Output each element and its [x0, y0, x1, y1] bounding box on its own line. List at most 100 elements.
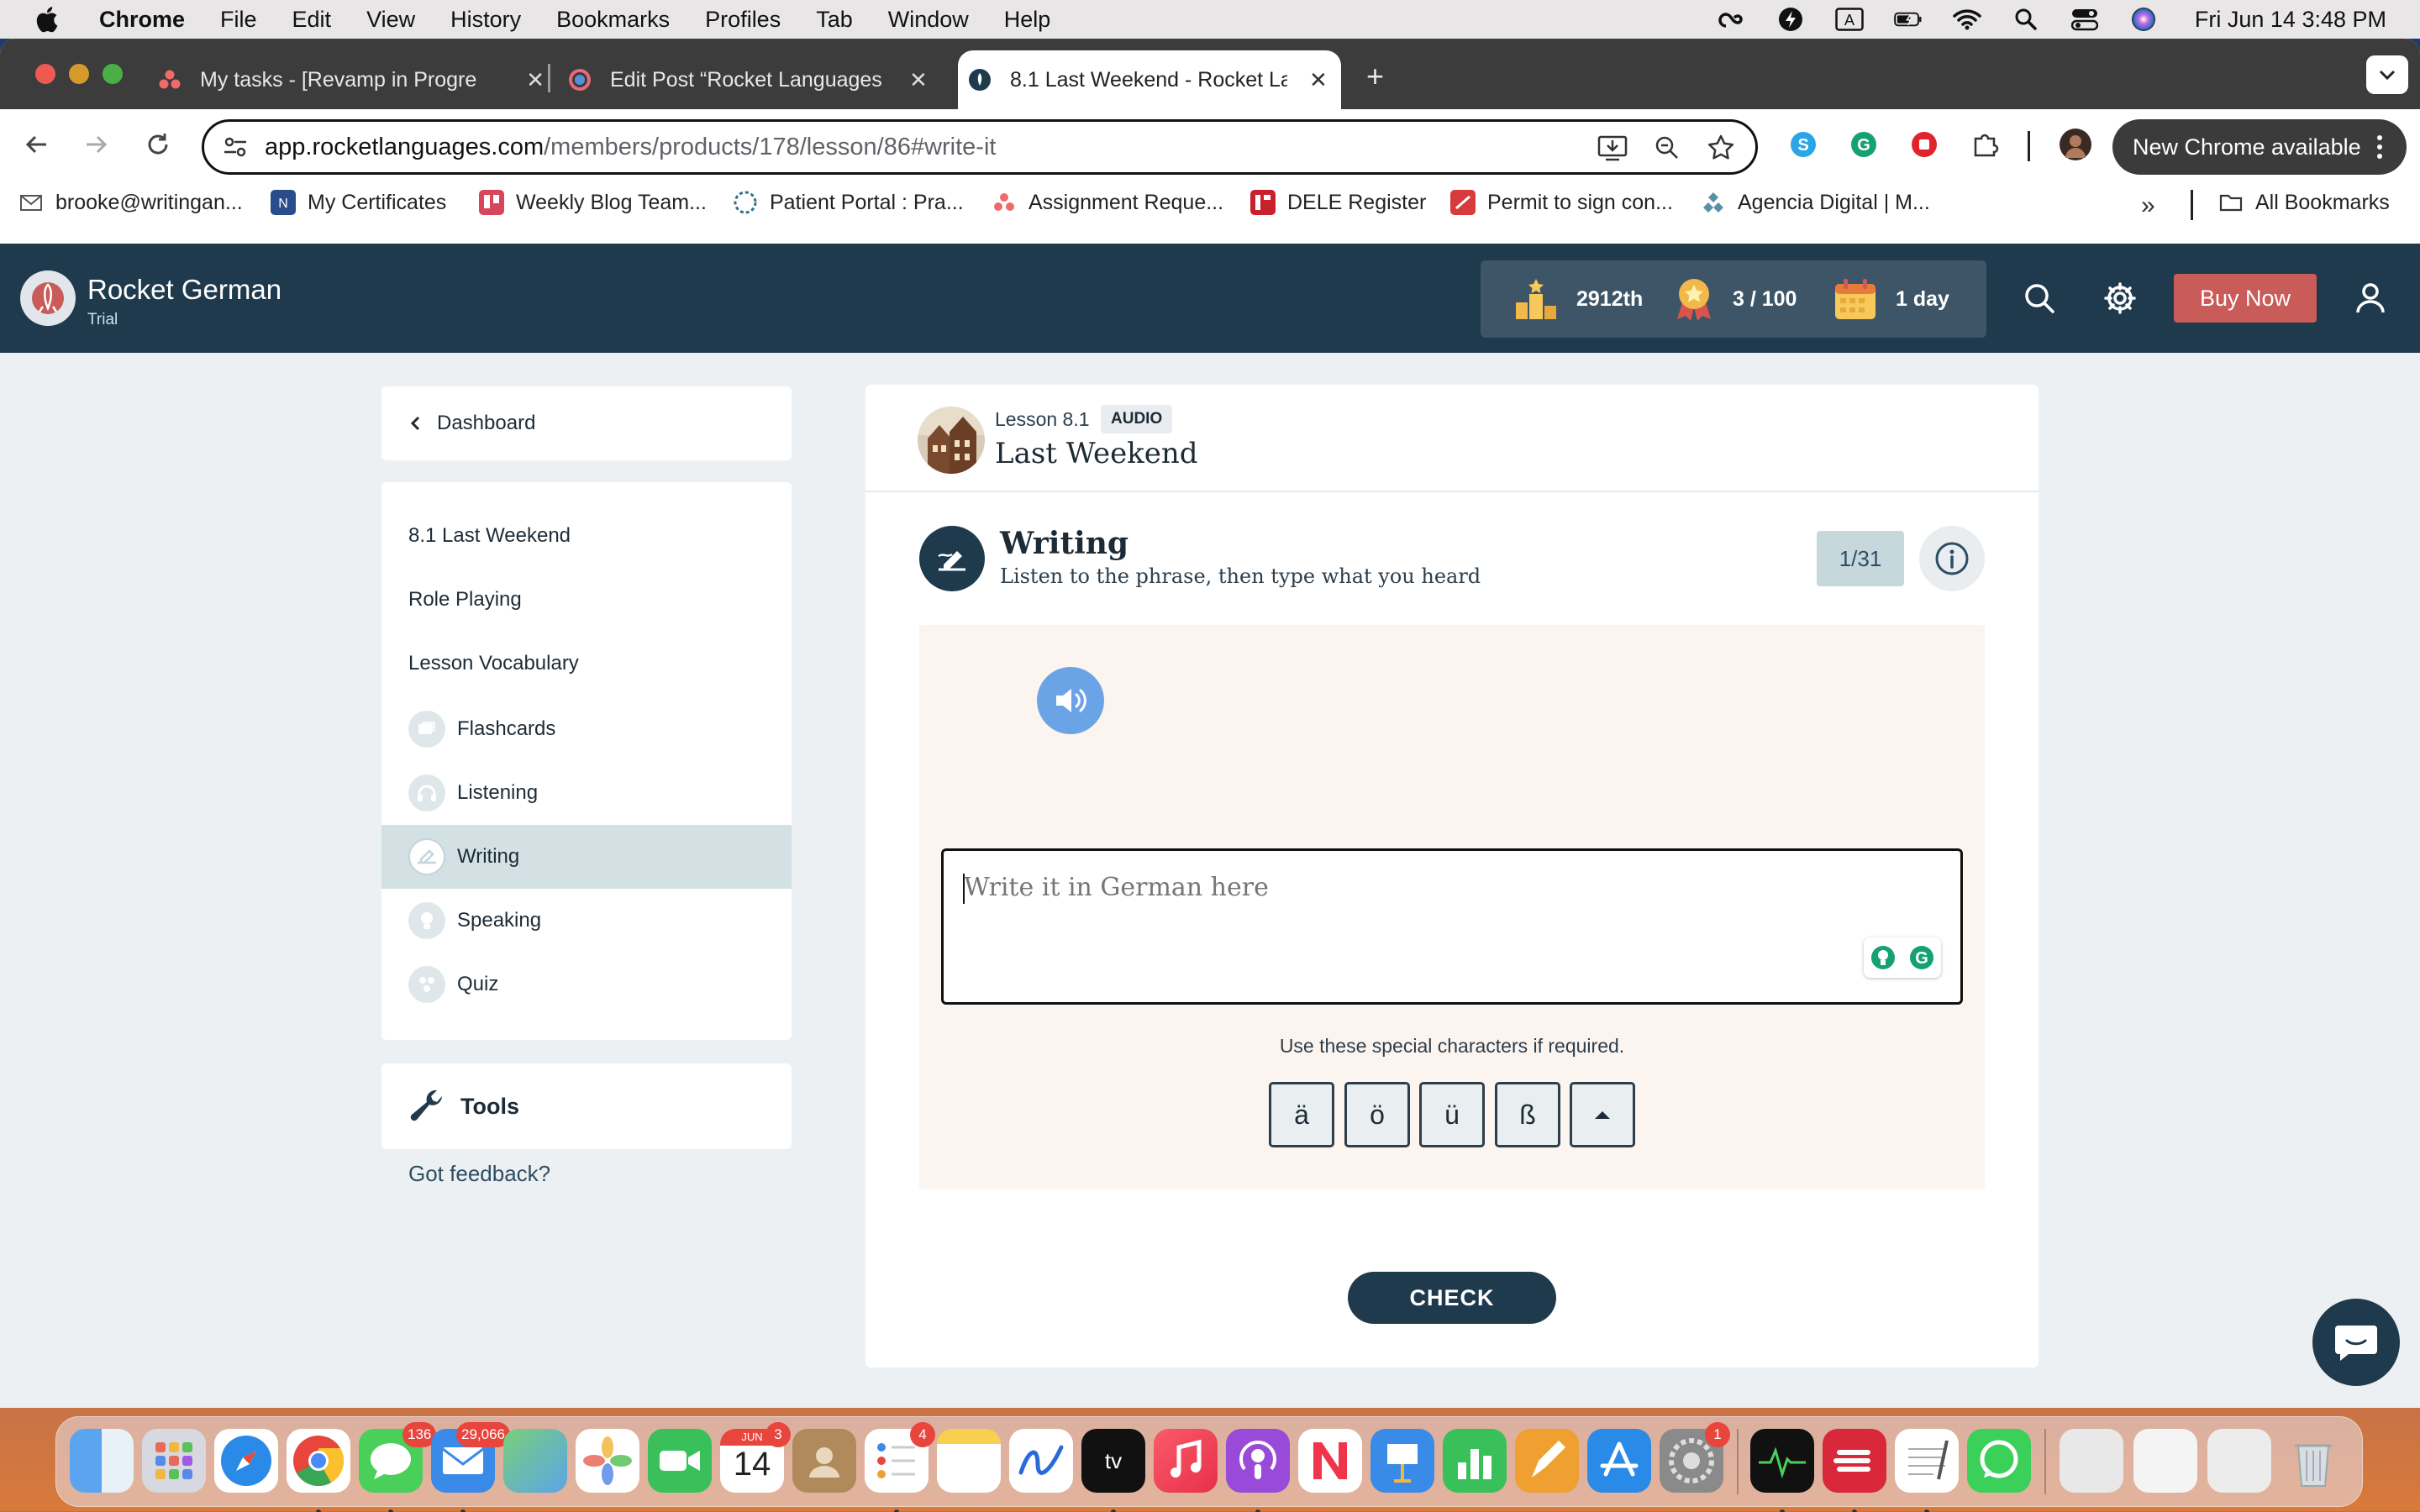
sidebar-item-lesson[interactable]: 8.1 Last Weekend: [381, 504, 792, 568]
apple-logo-icon[interactable]: [34, 5, 59, 34]
calendar-icon[interactable]: JUN 14 3: [720, 1422, 791, 1493]
bookmark-item[interactable]: Permit to sign con...: [1450, 190, 1673, 215]
grammarly-widget[interactable]: G: [1864, 937, 1941, 978]
search-button[interactable]: [2020, 279, 2059, 318]
numbers-icon[interactable]: [1443, 1429, 1507, 1493]
siri-icon[interactable]: [2129, 7, 2158, 32]
maps-icon[interactable]: [503, 1429, 567, 1493]
creative-cloud-icon[interactable]: [1718, 7, 1746, 32]
launchpad-icon[interactable]: [142, 1429, 206, 1493]
menubar-clock[interactable]: Fri Jun 14 3:48 PM: [2195, 7, 2386, 33]
brand-name[interactable]: Rocket German: [87, 274, 281, 306]
menu-bookmarks[interactable]: Bookmarks: [556, 7, 670, 33]
control-center-icon[interactable]: [2070, 7, 2099, 32]
battery-icon[interactable]: [1894, 7, 1923, 32]
input-source-icon[interactable]: A: [1835, 7, 1864, 32]
downloads-stack-icon[interactable]: [2060, 1429, 2123, 1493]
grammarly-extension-icon[interactable]: G: [1845, 126, 1882, 163]
menu-history[interactable]: History: [450, 7, 521, 33]
keynote-icon[interactable]: [1370, 1429, 1434, 1493]
podcasts-icon[interactable]: [1226, 1429, 1290, 1512]
facetime-icon[interactable]: [648, 1429, 712, 1493]
screen-recorder-extension-icon[interactable]: [1906, 126, 1943, 163]
new-tab-button[interactable]: +: [1366, 59, 1384, 94]
sidebar-item-flashcards[interactable]: Flashcards: [381, 697, 792, 761]
dashboard-link[interactable]: Dashboard: [381, 386, 792, 460]
tab-close-icon[interactable]: ✕: [1309, 67, 1328, 93]
menu-file[interactable]: File: [220, 7, 257, 33]
reload-button[interactable]: [138, 124, 178, 165]
reminders-icon[interactable]: 4: [865, 1422, 935, 1512]
sidebar-item-lesson-vocabulary[interactable]: Lesson Vocabulary: [381, 632, 792, 696]
notes-icon[interactable]: [937, 1429, 1001, 1493]
bookmark-item[interactable]: DELE Register: [1250, 190, 1426, 215]
chrome-icon[interactable]: [287, 1429, 350, 1512]
char-button-shift[interactable]: [1570, 1082, 1635, 1147]
menu-help[interactable]: Help: [1004, 7, 1051, 33]
system-settings-icon[interactable]: 1: [1660, 1422, 1730, 1493]
profile-avatar[interactable]: [2057, 126, 2094, 163]
screenshots-stack-icon[interactable]: [2207, 1429, 2271, 1493]
tools-panel[interactable]: Tools: [381, 1063, 792, 1149]
zoom-icon[interactable]: [1655, 135, 1680, 160]
freeform-icon[interactable]: [1009, 1429, 1073, 1493]
bolt-icon[interactable]: [1776, 7, 1805, 32]
site-settings-icon[interactable]: [223, 136, 248, 158]
sidebar-item-listening[interactable]: Listening: [381, 761, 792, 825]
sidebar-item-role-playing[interactable]: Role Playing: [381, 568, 792, 632]
finder-icon[interactable]: [70, 1429, 134, 1493]
photos-icon[interactable]: [576, 1429, 639, 1493]
music-icon[interactable]: [1154, 1429, 1218, 1493]
spotlight-icon[interactable]: [2012, 7, 2040, 32]
check-button[interactable]: CHECK: [1348, 1272, 1556, 1324]
bookmark-item[interactable]: Assignment Reque...: [992, 190, 1223, 215]
contacts-icon[interactable]: [792, 1429, 856, 1493]
window-minimize-button[interactable]: [69, 64, 89, 84]
bookmark-item[interactable]: N My Certificates: [271, 190, 446, 215]
account-button[interactable]: [2351, 279, 2390, 318]
bookmark-item[interactable]: Patient Portal : Pra...: [733, 190, 964, 215]
sidebar-item-writing[interactable]: Writing: [381, 825, 792, 889]
menu-view[interactable]: View: [366, 7, 415, 33]
activity-monitor-icon[interactable]: [1750, 1429, 1814, 1512]
menu-app-name[interactable]: Chrome: [99, 7, 185, 33]
rocket-logo-icon[interactable]: [20, 270, 76, 326]
char-button-a-umlaut[interactable]: ä: [1269, 1082, 1334, 1147]
mail-icon[interactable]: 29,066: [431, 1422, 510, 1512]
char-button-o-umlaut[interactable]: ö: [1344, 1082, 1410, 1147]
streak-days[interactable]: 1 day: [1833, 277, 1949, 321]
badges-count[interactable]: 3 / 100: [1674, 277, 1797, 321]
char-button-eszett[interactable]: ß: [1495, 1082, 1560, 1147]
wifi-icon[interactable]: [1953, 7, 1981, 32]
app-store-icon[interactable]: [1587, 1429, 1651, 1493]
window-zoom-button[interactable]: [103, 64, 123, 84]
sidebar-item-quiz[interactable]: Quiz: [381, 953, 792, 1016]
window-close-button[interactable]: [35, 64, 55, 84]
answer-input[interactable]: [941, 848, 1963, 1005]
feedback-link[interactable]: Got feedback?: [408, 1161, 550, 1187]
leaderboard-rank[interactable]: 2912th: [1514, 277, 1643, 321]
news-icon[interactable]: [1298, 1429, 1362, 1493]
settings-button[interactable]: [2101, 279, 2139, 318]
bookmark-item[interactable]: Weekly Blog Team...: [479, 190, 707, 215]
play-audio-button[interactable]: [1037, 667, 1104, 734]
tab-search-button[interactable]: [2366, 55, 2408, 94]
bookmark-item[interactable]: brooke@writingan...: [18, 190, 243, 215]
documents-stack-icon[interactable]: [2133, 1429, 2197, 1493]
stats-panel[interactable]: 2912th 3 / 100 1 day: [1481, 260, 1986, 338]
menu-edit[interactable]: Edit: [292, 7, 332, 33]
trash-icon[interactable]: [2281, 1429, 2345, 1493]
char-button-u-umlaut[interactable]: ü: [1419, 1082, 1485, 1147]
extensions-puzzle-icon[interactable]: [1966, 126, 2003, 163]
expressvpn-icon[interactable]: [1823, 1429, 1886, 1512]
bookmark-star-icon[interactable]: [1707, 134, 1735, 162]
tab-edit-post[interactable]: Edit Post “Rocket Languages ✕: [568, 50, 929, 109]
more-bookmarks-chevron-icon[interactable]: »: [2141, 192, 2155, 220]
back-button[interactable]: [17, 124, 57, 165]
new-chrome-available-button[interactable]: New Chrome available: [2112, 119, 2407, 175]
bookmark-item[interactable]: Agencia Digital | M...: [1701, 190, 1930, 215]
forward-button[interactable]: [76, 124, 116, 165]
skype-extension-icon[interactable]: S: [1785, 126, 1822, 163]
whatsapp-icon[interactable]: [1967, 1429, 2031, 1493]
sidebar-item-speaking[interactable]: Speaking: [381, 889, 792, 953]
